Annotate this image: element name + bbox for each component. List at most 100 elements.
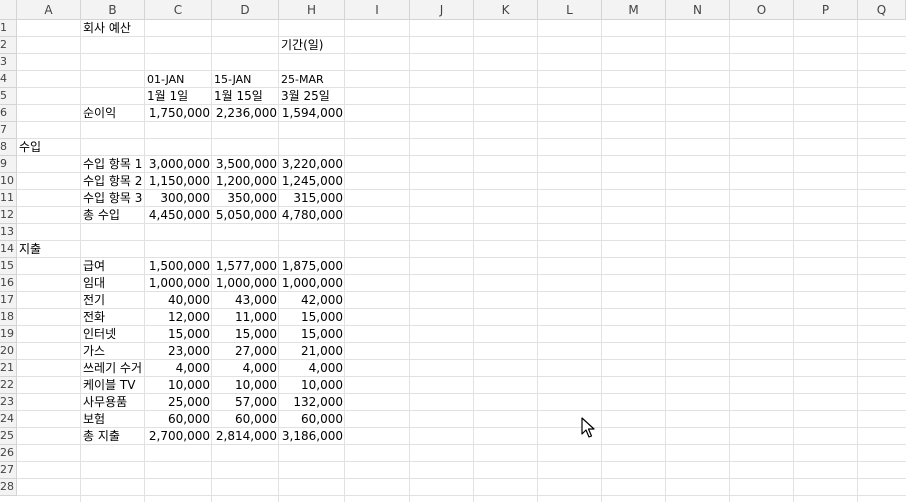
cell-d5-date-kor[interactable]: 1월 15일: [212, 88, 279, 105]
cell-d15-expense[interactable]: 1,577,000: [212, 258, 279, 275]
cell-c17-expense[interactable]: 40,000: [145, 292, 212, 309]
row-header-27[interactable]: 27: [0, 462, 17, 479]
cell-c16-expense[interactable]: 1,000,000: [145, 275, 212, 292]
cell-c12-income[interactable]: 4,450,000: [145, 207, 212, 224]
cell-c24-expense[interactable]: 60,000: [145, 411, 212, 428]
column-header-h[interactable]: H: [279, 0, 345, 20]
row-header-19[interactable]: 19: [0, 326, 17, 343]
cell-d12-income[interactable]: 5,050,000: [212, 207, 279, 224]
column-header-i[interactable]: I: [345, 0, 410, 20]
cell-d6-net-income[interactable]: 2,236,000: [212, 105, 279, 122]
column-header-n[interactable]: N: [666, 0, 730, 20]
cell-c15-expense[interactable]: 1,500,000: [145, 258, 212, 275]
column-header-l[interactable]: L: [538, 0, 602, 20]
spreadsheet-grid[interactable]: ABCDHIJKLMNOPQ 1 2 3 4 5 6 7 8 9 10 11 12 13 14 15 16 17…: [0, 0, 906, 502]
row-header-4[interactable]: 4: [0, 71, 17, 88]
cell-d10-income[interactable]: 1,200,000: [212, 173, 279, 190]
cell-h25-expense[interactable]: 3,186,000: [279, 428, 345, 445]
cell-c11-income[interactable]: 300,000: [145, 190, 212, 207]
cell-d23-expense[interactable]: 57,000: [212, 394, 279, 411]
cell-d16-expense[interactable]: 1,000,000: [212, 275, 279, 292]
cell-d21-expense[interactable]: 4,000: [212, 360, 279, 377]
row-header-24[interactable]: 24: [0, 411, 17, 428]
cell-b20-expense[interactable]: 가스: [81, 343, 145, 360]
cell-b25-expense[interactable]: 총 지출: [81, 428, 145, 445]
cell-c10-income[interactable]: 1,150,000: [145, 173, 212, 190]
cell-h9-income[interactable]: 3,220,000: [279, 156, 345, 173]
row-header-15[interactable]: 15: [0, 258, 17, 275]
cell-b11-income[interactable]: 수입 항목 3: [81, 190, 145, 207]
cell-b21-expense[interactable]: 쓰레기 수거: [81, 360, 145, 377]
cell-b24-expense[interactable]: 보험: [81, 411, 145, 428]
row-header-18[interactable]: 18: [0, 309, 17, 326]
cell-d20-expense[interactable]: 27,000: [212, 343, 279, 360]
cell-h23-expense[interactable]: 132,000: [279, 394, 345, 411]
cell-h15-expense[interactable]: 1,875,000: [279, 258, 345, 275]
cell-b22-expense[interactable]: 케이블 TV: [81, 377, 145, 394]
cell-h18-expense[interactable]: 15,000: [279, 309, 345, 326]
cell-c18-expense[interactable]: 12,000: [145, 309, 212, 326]
row-header-12[interactable]: 12: [0, 207, 17, 224]
cell-h19-expense[interactable]: 15,000: [279, 326, 345, 343]
cell-b19-expense[interactable]: 인터넷: [81, 326, 145, 343]
row-header-28[interactable]: 28: [0, 479, 17, 496]
row-header-7[interactable]: 7: [0, 122, 17, 139]
cell-c20-expense[interactable]: 23,000: [145, 343, 212, 360]
cell-b12-income[interactable]: 총 수입: [81, 207, 145, 224]
cell-c21-expense[interactable]: 4,000: [145, 360, 212, 377]
cell-h21-expense[interactable]: 4,000: [279, 360, 345, 377]
row-header-1[interactable]: 1: [0, 20, 17, 37]
cell-c5-date-kor[interactable]: 1월 1일: [145, 88, 212, 105]
cell-h5-date-kor[interactable]: 3월 25일: [279, 88, 345, 105]
cell-c25-expense[interactable]: 2,700,000: [145, 428, 212, 445]
cell-h11-income[interactable]: 315,000: [279, 190, 345, 207]
row-header-8[interactable]: 8: [0, 139, 17, 156]
cell-h6-net-income[interactable]: 1,594,000: [279, 105, 345, 122]
cell-d9-income[interactable]: 3,500,000: [212, 156, 279, 173]
cell-h10-income[interactable]: 1,245,000: [279, 173, 345, 190]
cell-h22-expense[interactable]: 10,000: [279, 377, 345, 394]
cell-h24-expense[interactable]: 60,000: [279, 411, 345, 428]
cell-b18-expense[interactable]: 전화: [81, 309, 145, 326]
cell-d11-income[interactable]: 350,000: [212, 190, 279, 207]
cell-c22-expense[interactable]: 10,000: [145, 377, 212, 394]
column-header-k[interactable]: K: [474, 0, 538, 20]
row-header-5[interactable]: 5: [0, 88, 17, 105]
column-header-a[interactable]: A: [17, 0, 81, 20]
cell-h4-date-code[interactable]: 25-MAR: [279, 71, 345, 88]
cell-h20-expense[interactable]: 21,000: [279, 343, 345, 360]
cell-c4-date-code[interactable]: 01-JAN: [145, 71, 212, 88]
cell-d18-expense[interactable]: 11,000: [212, 309, 279, 326]
cell-d17-expense[interactable]: 43,000: [212, 292, 279, 309]
cell-h17-expense[interactable]: 42,000: [279, 292, 345, 309]
row-header-23[interactable]: 23: [0, 394, 17, 411]
row-header-21[interactable]: 21: [0, 360, 17, 377]
row-header-9[interactable]: 9: [0, 156, 17, 173]
row-header-11[interactable]: 11: [0, 190, 17, 207]
cell-b6-net-income-label[interactable]: 순이익: [81, 105, 145, 122]
cell-a14-expense-section[interactable]: 지출: [17, 241, 81, 258]
row-header-14[interactable]: 14: [0, 241, 17, 258]
row-header-25[interactable]: 25: [0, 428, 17, 445]
column-header-o[interactable]: O: [730, 0, 794, 20]
row-header-6[interactable]: 6: [0, 105, 17, 122]
cell-d4-date-code[interactable]: 15-JAN: [212, 71, 279, 88]
cell-c23-expense[interactable]: 25,000: [145, 394, 212, 411]
column-header-q[interactable]: Q: [858, 0, 906, 20]
row-header-16[interactable]: 16: [0, 275, 17, 292]
cell-c19-expense[interactable]: 15,000: [145, 326, 212, 343]
cell-c9-income[interactable]: 3,000,000: [145, 156, 212, 173]
column-header-j[interactable]: J: [410, 0, 474, 20]
cell-h12-income[interactable]: 4,780,000: [279, 207, 345, 224]
cell-d25-expense[interactable]: 2,814,000: [212, 428, 279, 445]
column-header-p[interactable]: P: [794, 0, 858, 20]
cell-a8-income-section[interactable]: 수입: [17, 139, 81, 156]
row-header-17[interactable]: 17: [0, 292, 17, 309]
cell-b15-expense[interactable]: 급여: [81, 258, 145, 275]
cell-b9-income[interactable]: 수입 항목 1: [81, 156, 145, 173]
row-header-20[interactable]: 20: [0, 343, 17, 360]
cell-d24-expense[interactable]: 60,000: [212, 411, 279, 428]
column-header-d[interactable]: D: [212, 0, 279, 20]
cell-b17-expense[interactable]: 전기: [81, 292, 145, 309]
cell-b10-income[interactable]: 수입 항목 2: [81, 173, 145, 190]
